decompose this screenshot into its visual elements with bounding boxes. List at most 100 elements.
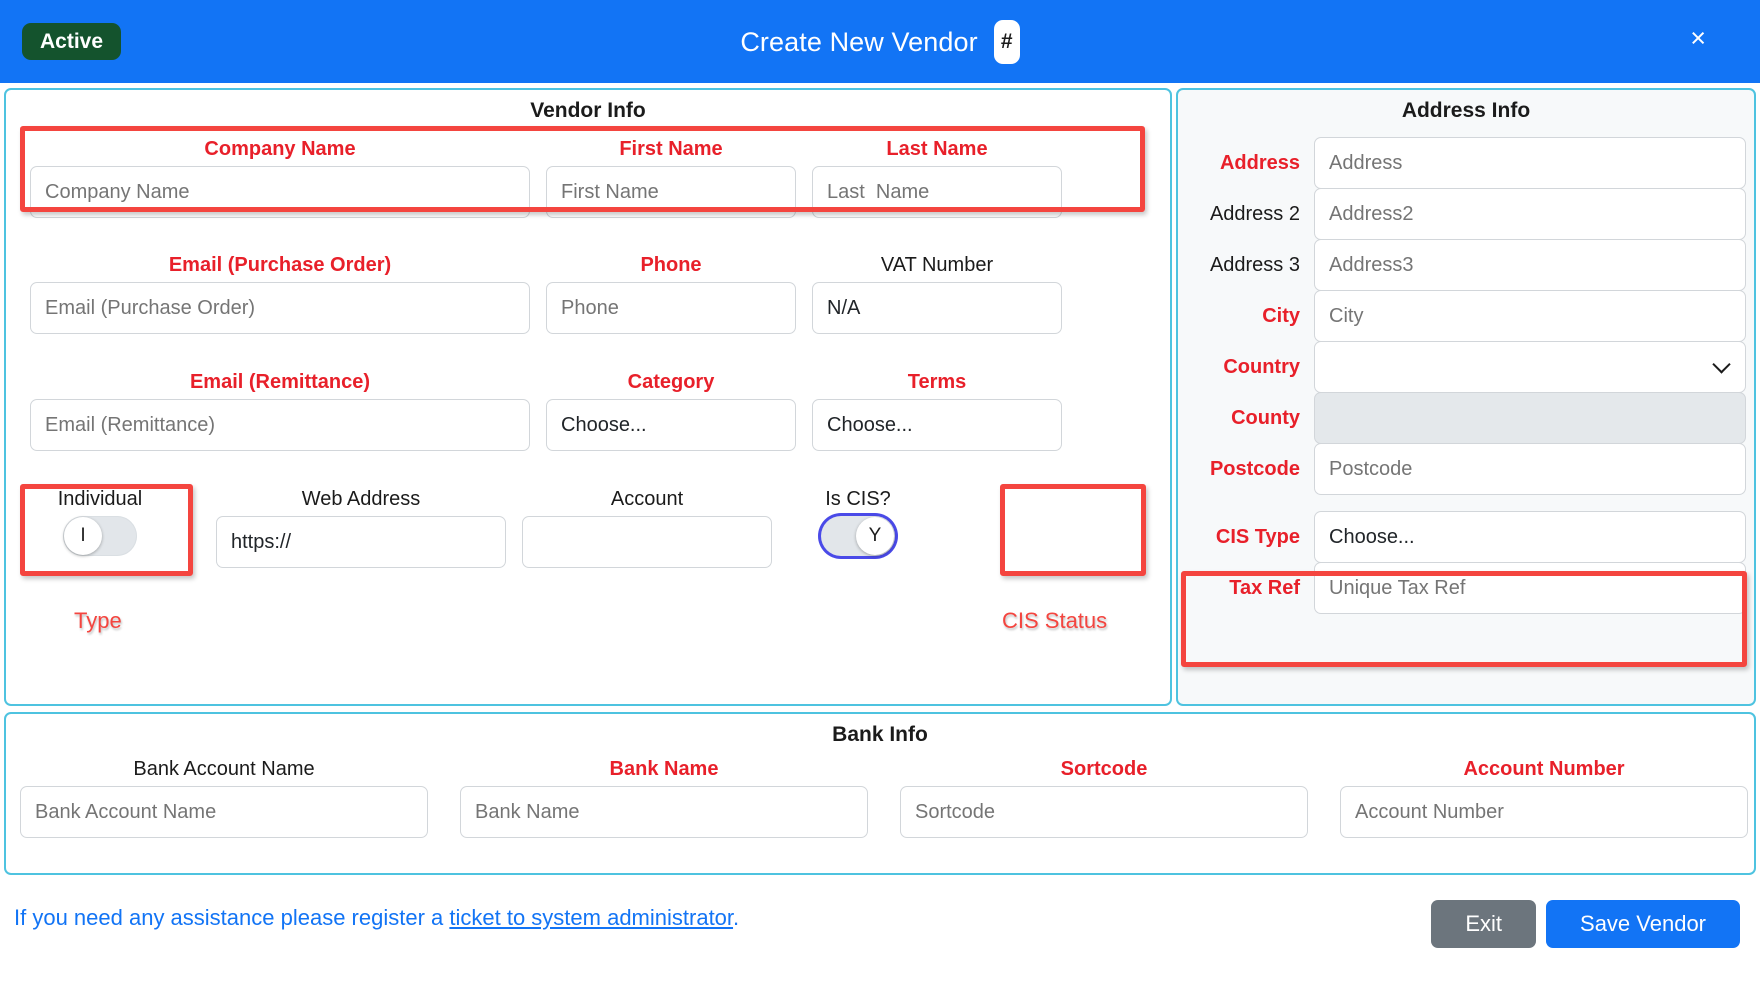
address-row-tax-ref: Tax Ref: [1190, 562, 1746, 614]
close-icon[interactable]: ×: [1684, 24, 1712, 53]
cis-type-select[interactable]: Choose...: [1314, 511, 1746, 563]
county-input: [1314, 392, 1746, 444]
bank-fields-row: Bank Account Name Bank Name Sortcode Acc…: [20, 758, 1748, 838]
address-info-panel: Address Info Address Address 2 Address 3…: [1176, 88, 1756, 706]
bank-account-name-label: Bank Account Name: [133, 758, 315, 780]
field-phone: Phone: [546, 254, 796, 334]
address-row-county: County: [1190, 392, 1746, 444]
vendor-row-misc: Individual I Web Address Account Is CIS?…: [30, 488, 928, 568]
field-email-remittance: Email (Remittance): [30, 371, 530, 451]
address-row-city: City: [1190, 290, 1746, 342]
individual-label: Individual: [57, 488, 143, 510]
field-vat-number: VAT Number: [812, 254, 1062, 334]
field-sortcode: Sortcode: [900, 758, 1308, 838]
cis-type-label: CIS Type: [1215, 525, 1300, 548]
web-address-input[interactable]: [216, 516, 506, 568]
address3-label: Address 3: [1209, 253, 1300, 276]
bank-info-panel: Bank Info Bank Account Name Bank Name So…: [4, 712, 1756, 875]
field-first-name: First Name: [546, 138, 796, 218]
bank-info-title: Bank Info: [832, 723, 928, 746]
footer-actions: Exit Save Vendor: [1431, 900, 1740, 948]
address-row-country: Country: [1190, 341, 1746, 393]
city-label: City: [1262, 304, 1300, 327]
web-address-label: Web Address: [301, 488, 421, 510]
vendor-info-title: Vendor Info: [530, 99, 646, 122]
last-name-label: Last Name: [886, 138, 988, 160]
tax-ref-input[interactable]: [1314, 562, 1746, 614]
field-bank-name: Bank Name: [460, 758, 868, 838]
email-remittance-input[interactable]: [30, 399, 530, 451]
address-row-postcode: Postcode: [1190, 443, 1746, 495]
bank-name-label: Bank Name: [609, 758, 719, 780]
hash-badge-icon[interactable]: #: [993, 20, 1020, 64]
email-po-label: Email (Purchase Order): [168, 254, 392, 276]
is-cis-toggle[interactable]: Y: [821, 516, 895, 556]
field-company-name: Company Name: [30, 138, 530, 218]
bank-name-input[interactable]: [460, 786, 868, 838]
assistance-note-suffix: .: [733, 905, 740, 930]
field-individual: Individual I: [30, 488, 170, 556]
country-label: Country: [1223, 355, 1300, 378]
first-name-label: First Name: [619, 138, 723, 160]
field-is-cis: Is CIS? Y: [788, 488, 928, 556]
sortcode-label: Sortcode: [1060, 758, 1148, 780]
terms-label: Terms: [907, 371, 967, 393]
email-po-input[interactable]: [30, 282, 530, 334]
address-label: Address: [1219, 151, 1300, 174]
field-account: Account: [522, 488, 772, 568]
address2-label: Address 2: [1209, 202, 1300, 225]
dialog-title-group: Create New Vendor #: [0, 20, 1760, 64]
address-row-address: Address: [1190, 137, 1746, 189]
vat-number-label: VAT Number: [880, 254, 994, 276]
last-name-input[interactable]: [812, 166, 1062, 218]
ticket-link[interactable]: ticket to system administrator: [449, 905, 733, 930]
address-input[interactable]: [1314, 137, 1746, 189]
category-select[interactable]: Choose...: [546, 399, 796, 451]
address-row-cis-type: CIS Type Choose...: [1190, 511, 1746, 563]
email-remittance-label: Email (Remittance): [189, 371, 371, 393]
first-name-input[interactable]: [546, 166, 796, 218]
account-number-input[interactable]: [1340, 786, 1748, 838]
exit-button[interactable]: Exit: [1431, 900, 1537, 948]
is-cis-toggle-knob: Y: [856, 517, 894, 555]
address-info-title: Address Info: [1401, 99, 1531, 122]
field-web-address: Web Address: [216, 488, 506, 568]
phone-input[interactable]: [546, 282, 796, 334]
phone-label: Phone: [640, 254, 702, 276]
vendor-info-panel: Vendor Info Company Name First Name Last…: [4, 88, 1172, 706]
address2-input[interactable]: [1314, 188, 1746, 240]
account-input[interactable]: [522, 516, 772, 568]
company-name-input[interactable]: [30, 166, 530, 218]
address-row-address3: Address 3: [1190, 239, 1746, 291]
country-select[interactable]: [1314, 341, 1746, 393]
field-account-number: Account Number: [1340, 758, 1748, 838]
county-label: County: [1231, 406, 1300, 429]
city-input[interactable]: [1314, 290, 1746, 342]
sortcode-input[interactable]: [900, 786, 1308, 838]
individual-toggle[interactable]: I: [63, 516, 137, 556]
assistance-note-prefix: If you need any assistance please regist…: [14, 905, 450, 930]
category-label: Category: [627, 371, 715, 393]
field-terms: Terms Choose...: [812, 371, 1062, 451]
field-email-po: Email (Purchase Order): [30, 254, 530, 334]
postcode-input[interactable]: [1314, 443, 1746, 495]
vendor-row-remittance: Email (Remittance) Category Choose... Te…: [30, 371, 1062, 451]
title-bar: Active Create New Vendor # ×: [0, 0, 1760, 83]
field-last-name: Last Name: [812, 138, 1062, 218]
terms-select[interactable]: Choose...: [812, 399, 1062, 451]
vendor-row-names: Company Name First Name Last Name: [30, 138, 1062, 218]
individual-toggle-knob: I: [64, 517, 102, 555]
field-bank-account-name: Bank Account Name: [20, 758, 428, 838]
account-label: Account: [610, 488, 684, 510]
postcode-label: Postcode: [1209, 457, 1300, 480]
vat-number-input[interactable]: [812, 282, 1062, 334]
account-number-label: Account Number: [1463, 758, 1625, 780]
is-cis-label: Is CIS?: [825, 488, 891, 510]
address3-input[interactable]: [1314, 239, 1746, 291]
annotation-label-cis-status: CIS Status: [1002, 608, 1108, 633]
bank-account-name-input[interactable]: [20, 786, 428, 838]
company-name-label: Company Name: [204, 138, 356, 160]
field-category: Category Choose...: [546, 371, 796, 451]
annotation-label-type: Type: [74, 608, 122, 633]
save-vendor-button[interactable]: Save Vendor: [1546, 900, 1740, 948]
